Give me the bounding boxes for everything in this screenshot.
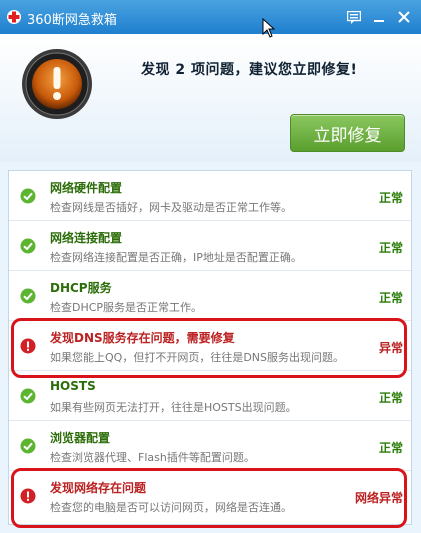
app-logo-icon (7, 10, 21, 24)
check-item-name: 网络硬件配置 (50, 181, 123, 195)
close-button[interactable] (394, 8, 414, 26)
check-icon (20, 438, 36, 454)
check-item-description: 检查DHCP服务是否正常工作。 (50, 301, 203, 314)
check-item[interactable]: 网络硬件配置检查网线是否插好，网卡及驱动是否正常工作等。 正常 (9, 171, 411, 221)
title-bar[interactable]: 360断网急救箱 (0, 0, 421, 34)
check-icon (20, 388, 36, 404)
fix-now-button[interactable]: 立即修复 (290, 114, 405, 152)
minimize-icon (374, 20, 384, 22)
check-item[interactable]: 网络连接配置检查网络连接配置是否正确，IP地址是否配置正确。 正常 (9, 221, 411, 271)
check-item-description: 检查网线是否插好，网卡及驱动是否正常工作等。 (50, 201, 292, 214)
check-item-status: 正常 (378, 391, 403, 405)
mouse-pointer-icon (262, 18, 276, 38)
check-item-description: 检查浏览器代理、Flash插件等配置问题。 (50, 451, 255, 464)
menu-button[interactable] (344, 8, 364, 26)
check-item-status: 正常 (378, 241, 403, 255)
close-icon (398, 11, 410, 23)
check-item-name: 浏览器配置 (50, 431, 111, 445)
check-item[interactable]: DHCP服务检查DHCP服务是否正常工作。 正常 (9, 271, 411, 321)
error-highlight-box (11, 318, 407, 378)
check-item[interactable]: HOSTS 如果有些网页无法打开，往往是HOSTS出现问题。 正常 (9, 371, 411, 421)
check-icon (20, 188, 36, 204)
check-item-description: 检查网络连接配置是否正确，IP地址是否配置正确。 (50, 251, 302, 264)
check-item[interactable]: 浏览器配置检查浏览器代理、Flash插件等配置问题。 正常 (9, 421, 411, 471)
headline: 发现 2 项问题，建议您立即修复! (141, 62, 358, 78)
app-window: 360断网急救箱 发现 2 项问题，建议您立即修复! 立即修复 网络硬件配置 检… (0, 0, 421, 533)
check-list: 网络硬件配置 检查网线是否插好，网卡及驱动是否正常工作等。 正常 网络连接配置 检查网络… (8, 170, 412, 528)
check-item-status: 正常 (378, 291, 403, 305)
check-item-name: HOSTS (50, 379, 96, 393)
check-icon (20, 288, 36, 304)
error-highlight-box (11, 468, 407, 528)
check-item-status: 正常 (378, 191, 403, 205)
check-icon (20, 238, 36, 254)
minimize-button[interactable] (369, 8, 389, 26)
check-item-name: 网络连接配置 (50, 231, 123, 245)
check-item-status: 正常 (378, 441, 403, 455)
check-item-description: 如果有些网页无法打开，往往是HOSTS出现问题。 (50, 401, 297, 414)
window-title: 360断网急救箱 (27, 13, 117, 28)
warning-badge-icon (22, 49, 92, 119)
menu-icon (347, 10, 361, 24)
check-item-name: DHCP服务 (50, 281, 112, 295)
